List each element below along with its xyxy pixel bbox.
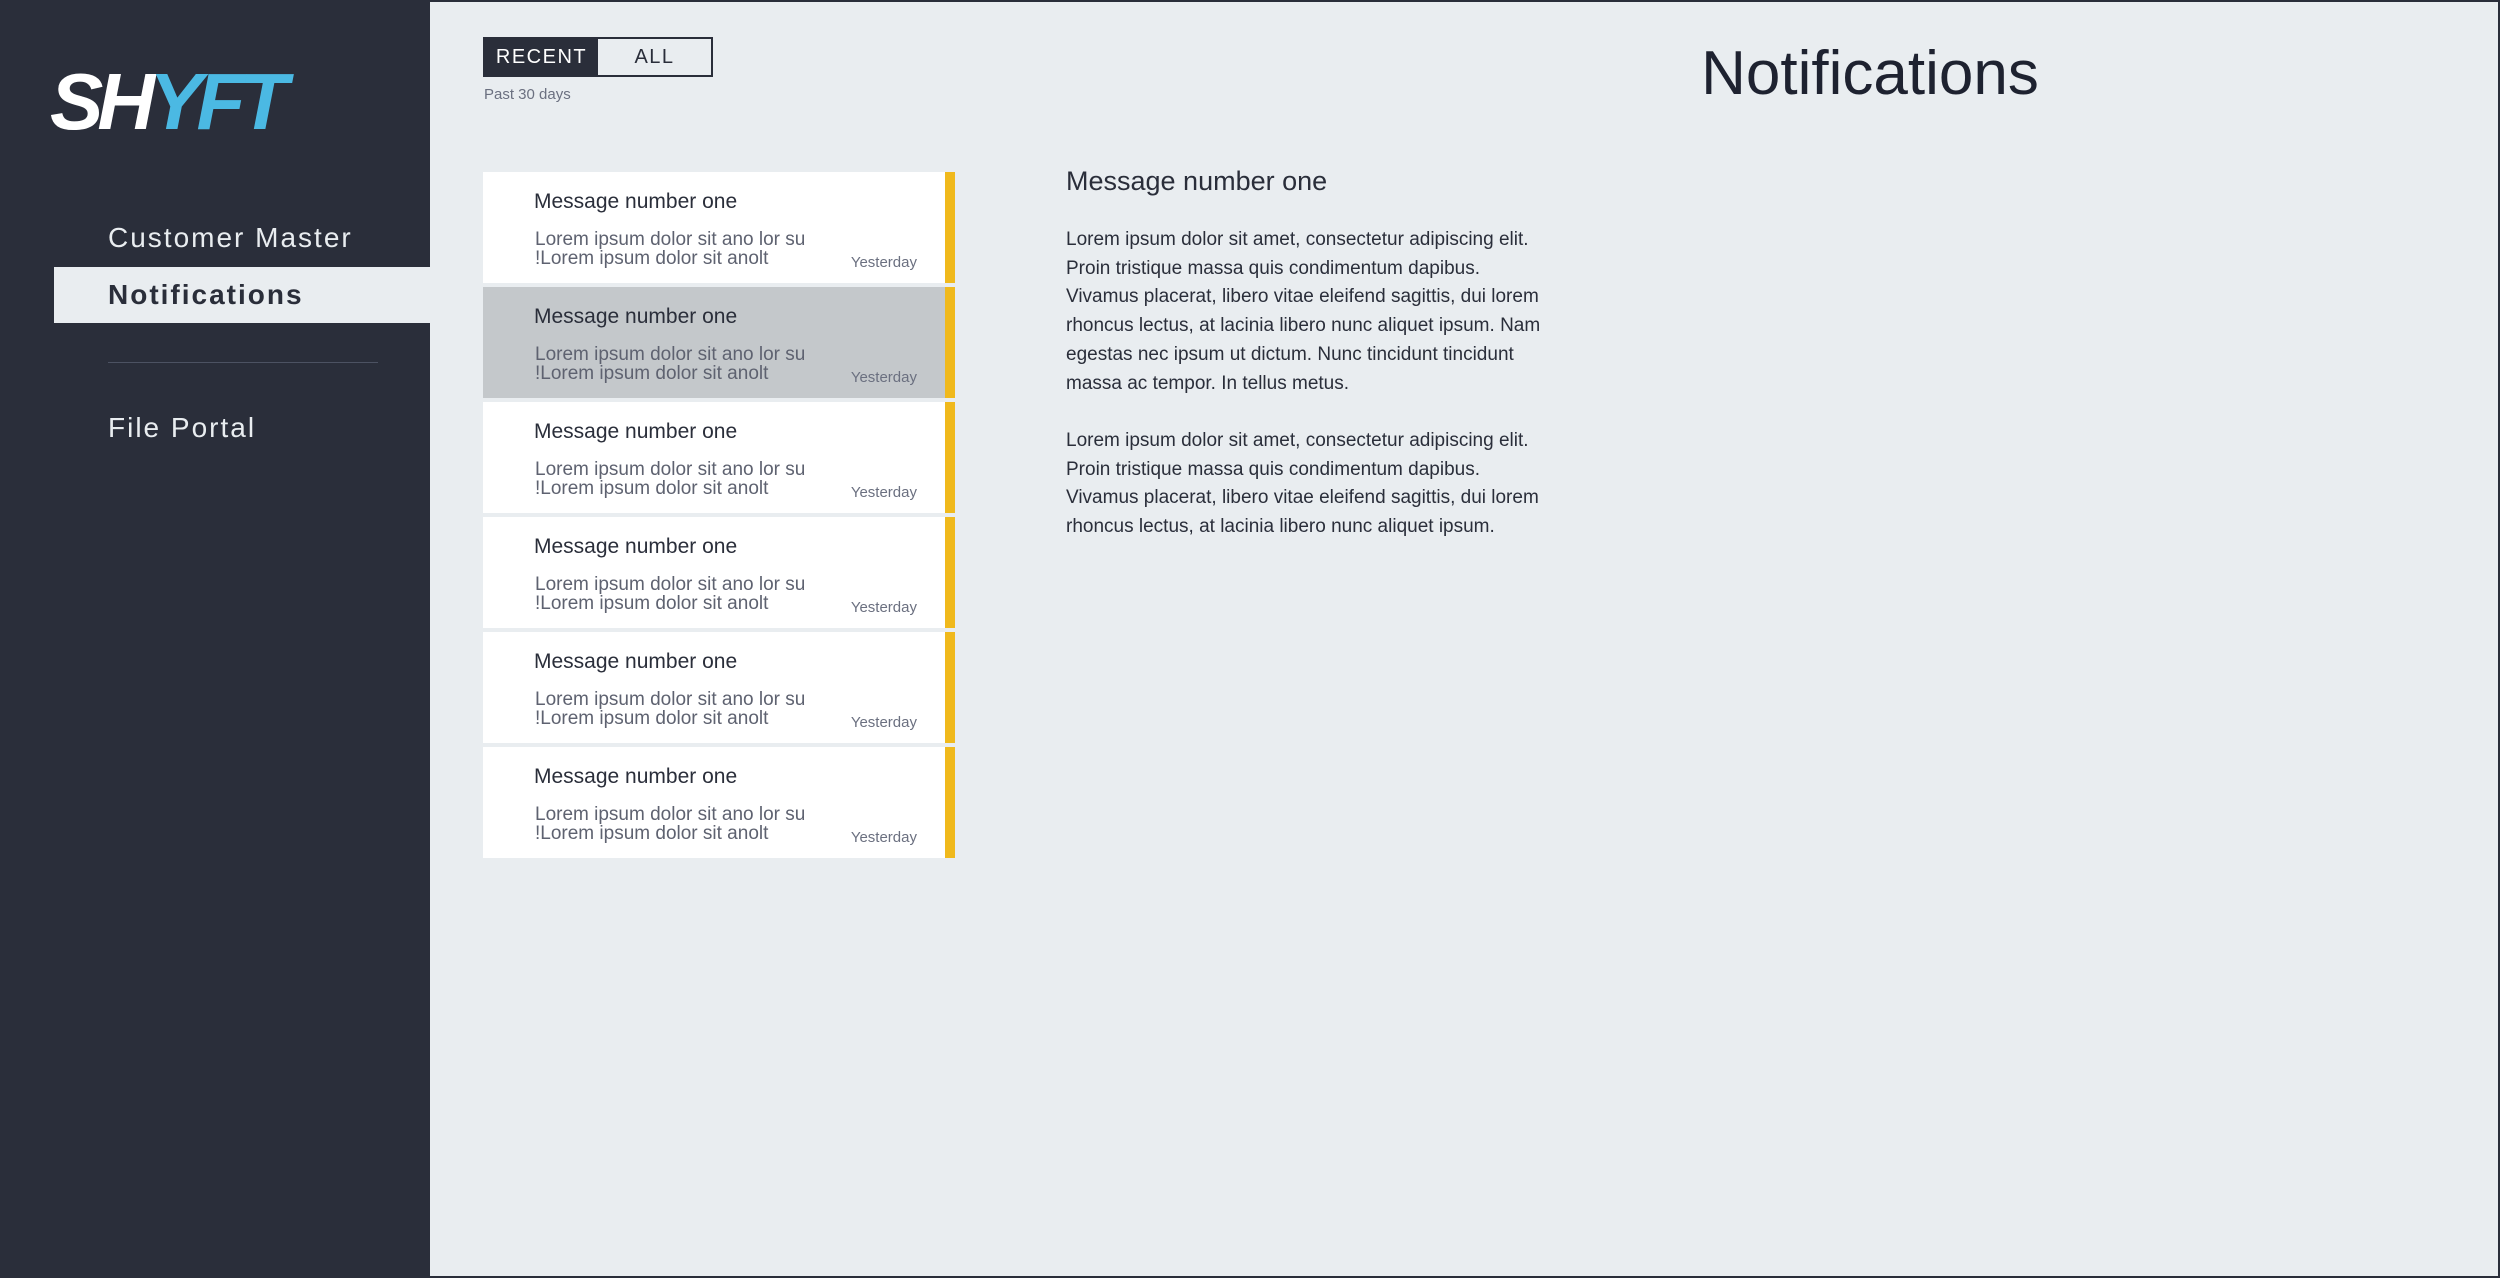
date-range-label: Past 30 days	[484, 86, 571, 103]
sidebar-item-customer-master[interactable]: Customer Master	[108, 222, 353, 254]
message-preview: Lorem ipsum dolor sit ano lor su !Lorem …	[535, 804, 806, 844]
message-title: Message number one	[534, 305, 738, 328]
message-time: Yesterday	[850, 599, 917, 616]
message-preview: Lorem ipsum dolor sit ano lor su !Lorem …	[535, 459, 806, 499]
message-title: Message number one	[534, 535, 738, 558]
sidebar-item-file-portal[interactable]: File Portal	[108, 412, 256, 444]
message-item-selected[interactable]: Message number one Lorem ipsum dolor sit…	[483, 287, 955, 398]
page-title: Notifications	[1701, 39, 2039, 108]
detail-paragraph: Lorem ipsum dolor sit amet, consectetur …	[1066, 229, 1541, 394]
message-time: Yesterday	[850, 484, 917, 501]
logo-text-blue: YFT	[149, 57, 288, 146]
message-item[interactable]: Message number one Lorem ipsum dolor sit…	[483, 632, 955, 743]
sidebar: SHYFT Customer Master Notifications File…	[0, 0, 430, 1278]
message-title: Message number one	[534, 650, 738, 673]
message-item[interactable]: Message number one Lorem ipsum dolor sit…	[483, 747, 955, 858]
message-preview: Lorem ipsum dolor sit ano lor su !Lorem …	[535, 574, 806, 614]
sidebar-item-label: Notifications	[108, 279, 304, 310]
message-preview: Lorem ipsum dolor sit ano lor su !Lorem …	[535, 229, 806, 269]
message-item[interactable]: Message number one Lorem ipsum dolor sit…	[483, 402, 955, 513]
message-title: Message number one	[534, 420, 738, 443]
logo-text-white: SH	[50, 57, 155, 146]
message-preview: Lorem ipsum dolor sit ano lor su !Lorem …	[535, 344, 806, 384]
sidebar-divider	[108, 362, 378, 363]
message-item[interactable]: Message number one Lorem ipsum dolor sit…	[483, 517, 955, 628]
filter-tabs: RECENT ALL	[483, 37, 713, 77]
tab-all[interactable]: ALL	[598, 39, 711, 75]
shyft-logo[interactable]: SHYFT	[50, 62, 288, 142]
message-title: Message number one	[534, 765, 738, 788]
message-time: Yesterday	[850, 254, 917, 271]
message-time: Yesterday	[850, 714, 917, 731]
message-title: Message number one	[534, 190, 738, 213]
detail-title: Message number one	[1066, 166, 1328, 196]
message-time: Yesterday	[850, 829, 917, 846]
detail-paragraph: Lorem ipsum dolor sit amet, consectetur …	[1066, 430, 1539, 538]
sidebar-item-notifications[interactable]: Notifications	[54, 267, 430, 323]
message-item[interactable]: Message number one Lorem ipsum dolor sit…	[483, 172, 955, 283]
message-preview: Lorem ipsum dolor sit ano lor su !Lorem …	[535, 689, 806, 729]
tab-recent[interactable]: RECENT	[485, 39, 598, 75]
message-time: Yesterday	[850, 369, 917, 386]
message-list: Message number one Lorem ipsum dolor sit…	[483, 172, 955, 862]
